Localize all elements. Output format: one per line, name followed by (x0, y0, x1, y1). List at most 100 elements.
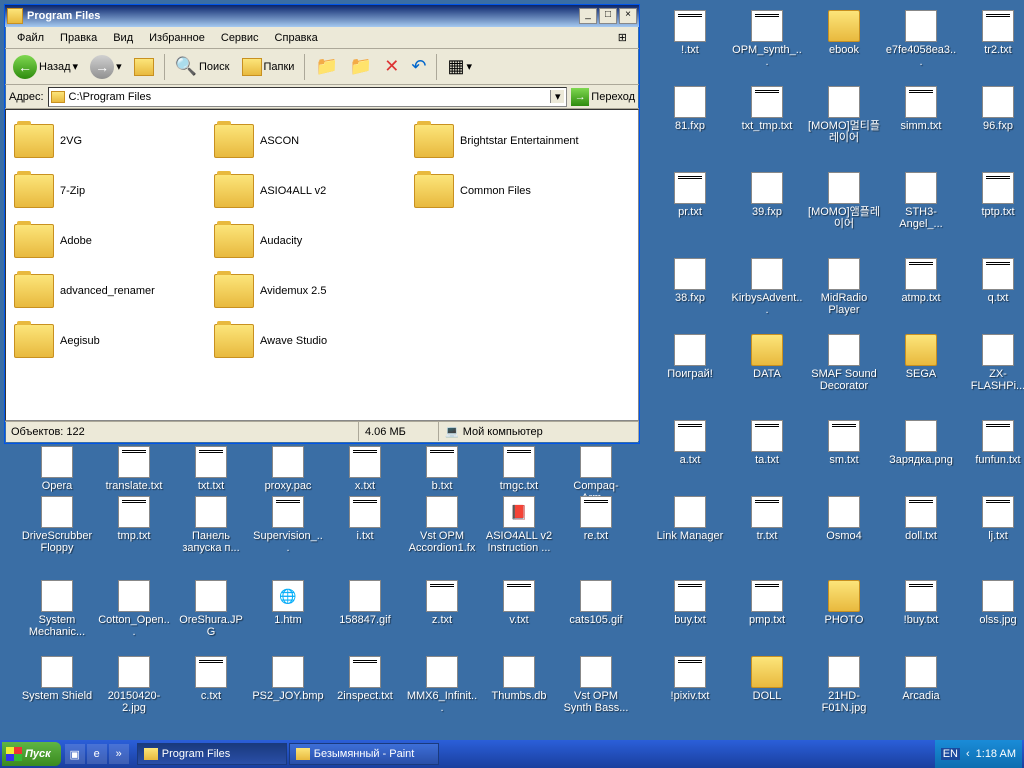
desktop-icon[interactable]: doll.txt (883, 496, 959, 545)
desktop-icon[interactable]: DOLL (729, 656, 805, 705)
desktop-icon[interactable]: sm.txt (806, 420, 882, 469)
desktop-icon[interactable]: pr.txt (652, 172, 728, 221)
desktop-icon[interactable]: 🌐1.htm (250, 580, 326, 629)
desktop-icon[interactable]: tmp.txt (96, 496, 172, 545)
system-tray[interactable]: EN ‹ 1:18 AM (935, 740, 1022, 768)
desktop-icon[interactable]: 🖼21HD-F01N.jpg (806, 656, 882, 717)
maximize-button[interactable]: □ (599, 8, 617, 24)
desktop-icon[interactable]: !buy.txt (883, 580, 959, 629)
desktop-icon[interactable]: ⚙Opera (19, 446, 95, 495)
folder-item[interactable]: Avidemux 2.5 (212, 266, 412, 316)
language-indicator[interactable]: EN (941, 748, 960, 760)
desktop-icon[interactable]: b.txt (404, 446, 480, 495)
desktop-icon[interactable]: !pixiv.txt (652, 656, 728, 705)
desktop-icon[interactable]: translate.txt (96, 446, 172, 495)
desktop-icon[interactable]: funfun.txt (960, 420, 1024, 469)
show-desktop-icon[interactable]: ▣ (65, 744, 85, 764)
ie-icon[interactable]: e (87, 744, 107, 764)
desktop-icon[interactable]: DATA (729, 334, 805, 383)
desktop-icon[interactable]: ta.txt (729, 420, 805, 469)
desktop-icon[interactable]: 2inspect.txt (327, 656, 403, 705)
desktop-icon[interactable]: 🖼20150420-2.jpg (96, 656, 172, 717)
desktop-icon[interactable]: q.txt (960, 258, 1024, 307)
desktop-icon[interactable]: 🖼olss.jpg (960, 580, 1024, 629)
desktop-icon[interactable]: txt.txt (173, 446, 249, 495)
start-button[interactable]: Пуск (2, 742, 61, 766)
desktop-icon[interactable]: 🖼158847.gif (327, 580, 403, 629)
forward-button[interactable]: → ▾ (86, 53, 126, 81)
desktop-icon[interactable]: !.txt (652, 10, 728, 59)
desktop-icon[interactable]: ⚙[MOMO]앰플레이어 (806, 172, 882, 233)
desktop-icon[interactable]: 📕ASIO4ALL v2 Instruction ... (481, 496, 557, 557)
desktop-icon[interactable]: tptp.txt (960, 172, 1024, 221)
clock[interactable]: 1:18 AM (976, 748, 1016, 760)
folder-item[interactable]: Aegisub (12, 316, 212, 366)
desktop-icon[interactable]: x.txt (327, 446, 403, 495)
desktop-icon[interactable]: z.txt (404, 580, 480, 629)
desktop-icon[interactable]: ⚙DriveScrubber Floppy Creator (19, 496, 95, 557)
desktop-icon[interactable]: ⚙SMAF Sound Decorator (806, 334, 882, 395)
desktop-icon[interactable]: c.txt (173, 656, 249, 705)
desktop-icon[interactable]: tmgc.txt (481, 446, 557, 495)
desktop-icon[interactable]: ⚙System Shield (19, 656, 95, 705)
desktop-icon[interactable]: 🖼OreShura.JPG (173, 580, 249, 641)
desktop-icon[interactable]: ⚙Osmo4 (806, 496, 882, 545)
desktop-icon[interactable]: 🖼e7fe4058ea3... (883, 10, 959, 71)
desktop-icon[interactable]: PHOTO (806, 580, 882, 629)
desktop-icon[interactable]: ▤96.fxp (960, 86, 1024, 135)
desktop-icon[interactable]: ▤Vst OPM Synth Bass... (558, 656, 634, 717)
menu-item[interactable]: Вид (107, 30, 139, 46)
desktop-icon[interactable]: ⚙Arcadia (883, 656, 959, 705)
search-button[interactable]: 🔍Поиск (171, 54, 234, 79)
folder-item[interactable]: 7-Zip (12, 166, 212, 216)
desktop-icon[interactable]: ⚙MidRadio Player (806, 258, 882, 319)
tray-chevron-icon[interactable]: ‹ (966, 748, 970, 760)
desktop-icon[interactable]: ▤KirbysAdvent... (729, 258, 805, 319)
desktop-icon[interactable]: ▤Thumbs.db (481, 656, 557, 705)
desktop-icon[interactable]: ⚙Link Manager (652, 496, 728, 545)
desktop-icon[interactable]: tr.txt (729, 496, 805, 545)
desktop-icon[interactable]: ⚙[MOMO]멀티플레이어 (806, 86, 882, 147)
folder-item[interactable]: Common Files (412, 166, 612, 216)
desktop-icon[interactable]: lj.txt (960, 496, 1024, 545)
move-to-button[interactable]: 📁 (311, 54, 341, 79)
desktop-icon[interactable]: ⚙Панель запуска п... (173, 496, 249, 557)
desktop-icon[interactable]: ⚙System Mechanic... (19, 580, 95, 641)
undo-button[interactable]: ↶ (407, 54, 430, 79)
desktop-icon[interactable]: OPM_synth_... (729, 10, 805, 71)
desktop-icon[interactable]: ▤39.fxp (729, 172, 805, 221)
desktop-icon[interactable]: ⚙Поиграй! (652, 334, 728, 383)
close-button[interactable]: × (619, 8, 637, 24)
desktop-icon[interactable]: 🖼PS2_JOY.bmp (250, 656, 326, 705)
folder-item[interactable]: Audacity (212, 216, 412, 266)
desktop-icon[interactable]: ▤38.fxp (652, 258, 728, 307)
task-button[interactable]: Program Files (137, 743, 287, 765)
desktop-icon[interactable]: buy.txt (652, 580, 728, 629)
task-button[interactable]: Безымянный - Paint (289, 743, 439, 765)
folder-item[interactable]: Adobe (12, 216, 212, 266)
menu-item[interactable]: Файл (11, 30, 50, 46)
folders-button[interactable]: Папки (238, 56, 299, 78)
folder-item[interactable]: Awave Studio (212, 316, 412, 366)
desktop-icon[interactable]: atmp.txt (883, 258, 959, 307)
menu-item[interactable]: Сервис (215, 30, 265, 46)
address-input[interactable]: C:\Program Files ▾ (48, 87, 568, 107)
views-button[interactable]: ▦ ▾ (443, 54, 476, 79)
folder-item[interactable]: 2VG (12, 116, 212, 166)
folder-item[interactable]: Brightstar Entertainment (412, 116, 612, 166)
menu-item[interactable]: Правка (54, 30, 103, 46)
desktop-icon[interactable]: 🖼Зарядка.png (883, 420, 959, 469)
up-button[interactable] (130, 56, 158, 78)
folder-item[interactable]: ASIO4ALL v2 (212, 166, 412, 216)
desktop-icon[interactable]: pmp.txt (729, 580, 805, 629)
folder-item[interactable]: ASCON (212, 116, 412, 166)
menu-item[interactable]: Справка (269, 30, 324, 46)
desktop-icon[interactable]: i.txt (327, 496, 403, 545)
desktop-icon[interactable]: re.txt (558, 496, 634, 545)
desktop-icon[interactable]: ▤81.fxp (652, 86, 728, 135)
desktop-icon[interactable]: a.txt (652, 420, 728, 469)
desktop-icon[interactable]: tr2.txt (960, 10, 1024, 59)
desktop-icon[interactable]: ▶STH3-Angel_... (883, 172, 959, 233)
desktop-icon[interactable]: ▶MMX6_Infinit... (404, 656, 480, 717)
back-button[interactable]: ←Назад ▾ (9, 53, 82, 81)
